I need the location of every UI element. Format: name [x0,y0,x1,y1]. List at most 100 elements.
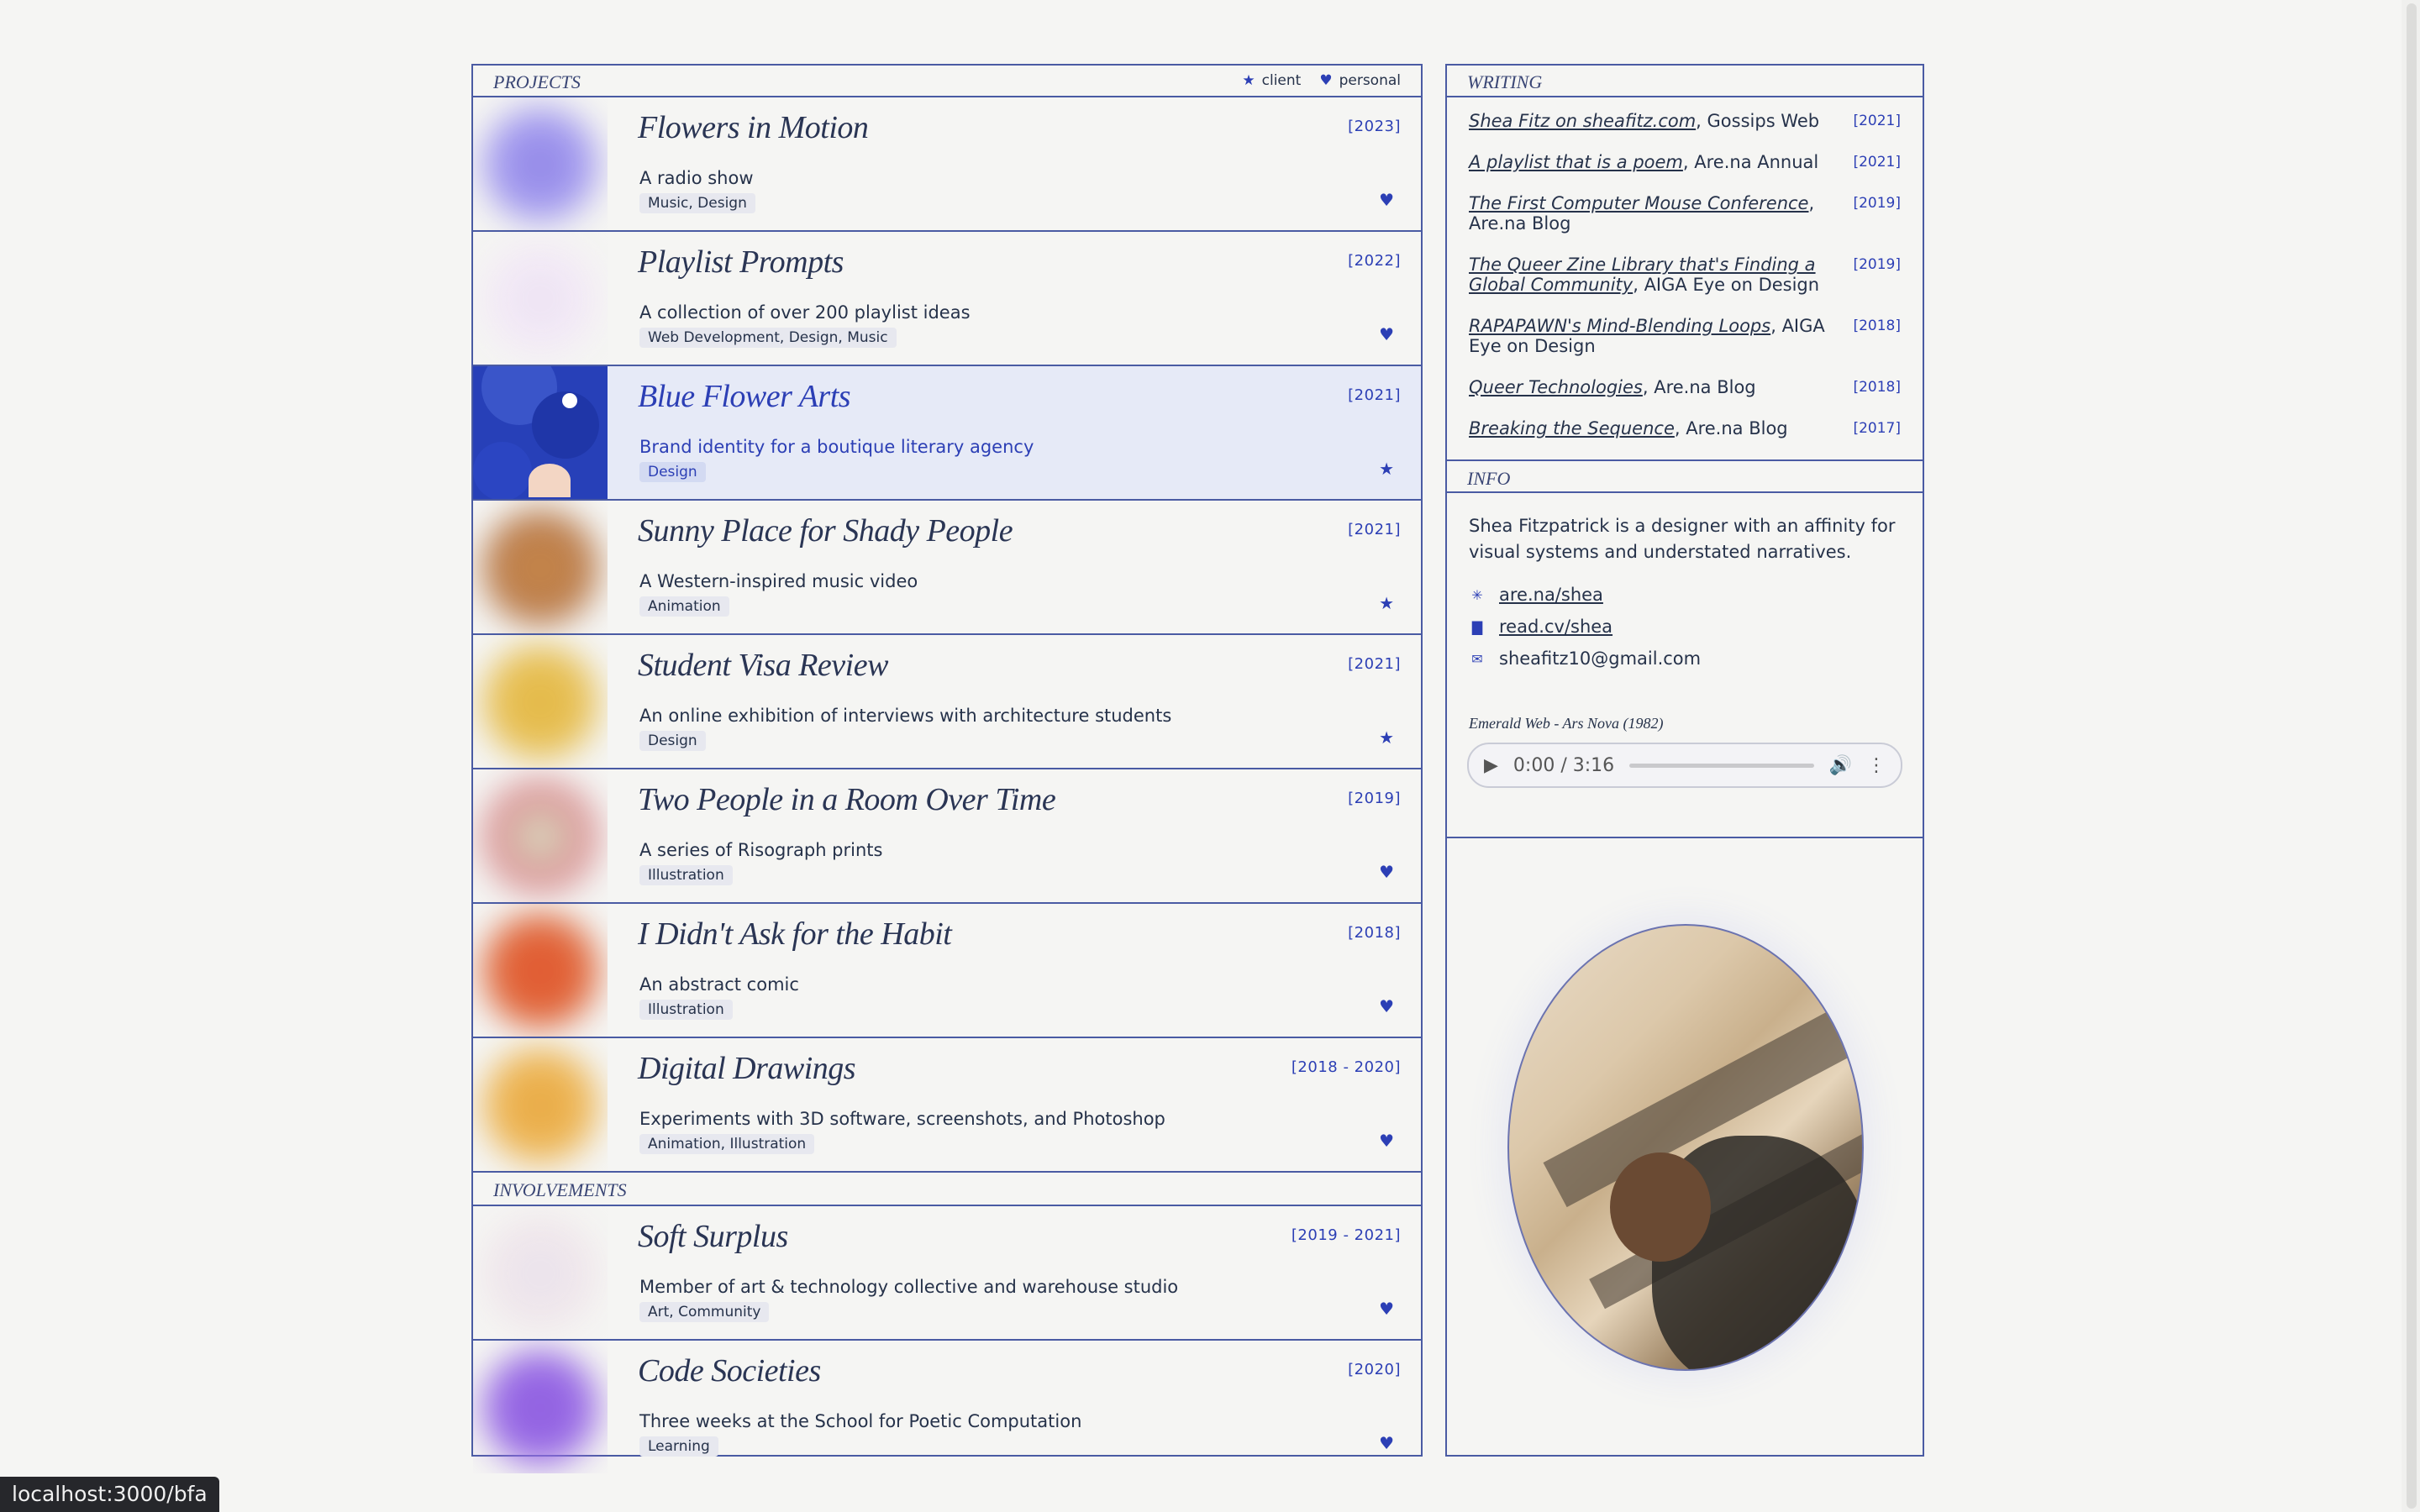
star-icon: ★ [1379,593,1394,613]
projects-thumbnail [473,635,608,768]
projects-row[interactable]: I Didn't Ask for the Habit [2018] An abstr… [473,904,1421,1038]
bio-text: Shea Fitzpatrick is a designer with an a… [1469,516,1896,562]
heart-icon: ♥ [1379,190,1394,210]
project-description: An abstract comic [639,974,799,995]
project-description: Three weeks at the School for Poetic Com… [639,1411,1082,1431]
scrollbar-thumb[interactable] [2407,3,2417,1509]
writing-publication: , Are.na Blog [1642,377,1756,397]
contact-link-text[interactable]: read.cv/shea [1499,617,1612,637]
writing-link[interactable]: The First Computer Mouse Conference [1469,193,1808,213]
projects-row[interactable]: Playlist Prompts [2022] A collection of ov… [473,232,1421,366]
projects-row[interactable]: Flowers in Motion [2023] A radio show Music… [473,97,1421,232]
writing-list: Shea Fitz on sheafitz.com, Gossips Web [2… [1447,97,1923,438]
project-title[interactable]: Digital Drawings [638,1050,856,1087]
writing-link[interactable]: Queer Technologies [1469,377,1643,397]
progress-bar[interactable] [1629,763,1814,768]
projects-row[interactable]: Student Visa Review [2021] An online exhib… [473,635,1421,769]
writing-link[interactable]: A playlist that is a poem [1469,152,1683,172]
writing-year: [2021] [1853,154,1901,171]
writing-link[interactable]: Shea Fitz on sheafitz.com [1469,111,1696,131]
page-scrollbar[interactable] [2402,0,2420,1512]
project-year: [2018] [1348,924,1401,942]
project-description: Experiments with 3D software, screenshot… [639,1109,1165,1129]
project-year: [2021] [1348,386,1401,404]
asterisk-icon: ✳ [1471,586,1483,603]
project-title[interactable]: Sunny Place for Shady People [638,512,1013,549]
project-title[interactable]: Flowers in Motion [638,109,869,146]
project-title[interactable]: I Didn't Ask for the Habit [638,916,952,953]
projects-label: PROJECTS [493,71,581,92]
projects-thumbnail [473,366,608,499]
projects-thumbnail [473,1038,608,1171]
play-icon[interactable]: ▶ [1484,755,1498,776]
projects-row[interactable]: Digital Drawings [2018 - 2020] Experiments… [473,1038,1421,1173]
writing-label: WRITING [1467,71,1543,92]
heart-icon: ♥ [1379,1299,1394,1319]
project-description: A collection of over 200 playlist ideas [639,302,971,323]
projects-row[interactable]: Sunny Place for Shady People [2021] A West… [473,501,1421,635]
writing-item: Breaking the Sequence, Are.na Blog [2017] [1469,418,1901,438]
writing-link[interactable]: Breaking the Sequence [1469,418,1675,438]
project-description: Brand identity for a boutique literary a… [639,437,1034,457]
projects-thumbnail [473,904,608,1037]
projects-thumbnail [473,97,608,230]
project-title[interactable]: Two People in a Room Over Time [638,781,1056,818]
heart-icon: ♥ [1379,324,1394,344]
project-title[interactable]: Playlist Prompts [638,244,844,281]
more-options-icon[interactable]: ⋮ [1867,755,1886,776]
involvements-row[interactable]: Soft Surplus [2019 - 2021] Member of art &… [473,1206,1421,1341]
mail-icon: ✉ [1471,650,1483,667]
projects-thumbnail [473,769,608,902]
project-tags: Illustration [639,865,733,885]
projects-row[interactable]: Blue Flower Arts [2021] Brand identity for… [473,366,1421,501]
info-label: INFO [1467,468,1511,489]
projects-thumbnail [473,501,608,633]
project-description: A radio show [639,168,754,188]
projects-row[interactable]: Two People in a Room Over Time [2019] A se… [473,769,1421,904]
sidebar-panel: WRITING Shea Fitz on sheafitz.com, Gossi… [1445,64,1924,1457]
project-title[interactable]: Student Visa Review [638,647,888,684]
project-year: [2023] [1348,118,1401,135]
document-icon: ▇ [1471,618,1483,635]
portrait-photo [1507,924,1864,1371]
project-title[interactable]: Blue Flower Arts [638,378,851,415]
writing-item: The First Computer Mouse Conference, Are… [1469,193,1901,234]
writing-year: [2019] [1853,256,1901,273]
legend: ★ client ♥ personal [1242,72,1401,89]
involvements-label: INVOLVEMENTS [493,1179,627,1200]
contact-link: ✳ are.na/shea [1469,579,1901,611]
heart-icon: ♥ [1379,1433,1394,1453]
writing-header: WRITING [1447,66,1923,97]
writing-year: [2018] [1853,379,1901,396]
project-tags: Learning [639,1436,718,1457]
star-icon: ★ [1379,459,1394,479]
song-title: Emerald Web - Ars Nova (1982) [1469,715,1664,732]
project-title[interactable]: Soft Surplus [638,1218,788,1255]
project-year: [2019 - 2021] [1291,1226,1401,1244]
project-tags: Design [639,731,706,751]
star-icon: ★ [1242,72,1255,89]
project-tags: Web Development, Design, Music [639,328,897,348]
divider [1447,837,1923,838]
involvements-thumbnail [473,1341,608,1473]
contact-link: ▇ read.cv/shea [1469,611,1901,643]
project-tags: Animation, Illustration [639,1134,815,1154]
writing-publication: , Are.na Annual [1682,152,1819,172]
project-description: An online exhibition of interviews with … [639,706,1172,726]
project-year: [2020] [1348,1361,1401,1378]
writing-item: The Queer Zine Library that's Finding a … [1469,255,1901,295]
projects-panel: PROJECTS ★ client ♥ personal Flowers in Mo… [471,64,1423,1467]
project-description: A Western-inspired music video [639,571,918,591]
involvements-row[interactable]: Code Societies [2020] Three weeks at the S… [473,1341,1421,1475]
project-year: [2019] [1348,790,1401,807]
project-description: A series of Risograph prints [639,840,883,860]
audio-player[interactable]: ▶ 0:00 / 3:16 🔊 ⋮ [1467,743,1902,788]
project-title[interactable]: Code Societies [638,1352,821,1389]
involvements-thumbnail [473,1206,608,1339]
volume-icon[interactable]: 🔊 [1829,755,1852,776]
writing-item: Queer Technologies, Are.na Blog [2018] [1469,377,1901,397]
writing-link[interactable]: RAPAPAWN's Mind-Blending Loops [1469,316,1770,336]
contact-link-text[interactable]: are.na/shea [1499,585,1603,605]
heart-icon: ♥ [1319,72,1333,89]
legend-personal: personal [1339,72,1401,89]
